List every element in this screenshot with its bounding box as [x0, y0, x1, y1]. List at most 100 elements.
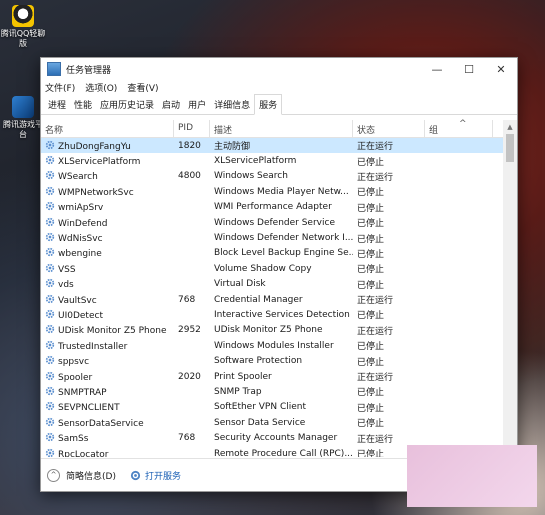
table-row[interactable]: wbengine Block Level Backup Engine Se...…: [41, 246, 517, 261]
service-description: Virtual Disk: [214, 279, 266, 290]
service-pid: 1820: [178, 140, 201, 151]
close-button[interactable]: ✕: [485, 58, 517, 80]
table-row[interactable]: SNMPTRAP SNMP Trap 已停止: [41, 384, 517, 399]
maximize-button[interactable]: ☐: [453, 58, 485, 80]
service-gear-icon: [45, 263, 55, 272]
table-row[interactable]: UI0Detect Interactive Services Detection…: [41, 307, 517, 322]
table-row[interactable]: UDisk Monitor Z5 Phone 2952 UDisk Monito…: [41, 323, 517, 338]
tab-details[interactable]: 详细信息: [210, 95, 254, 114]
service-description: Windows Defender Service: [214, 217, 335, 228]
fewer-details-button[interactable]: 简略信息(D): [66, 469, 116, 482]
service-name-cell: UI0Detect: [41, 309, 174, 321]
menu-bar: 文件(F) 选项(O) 查看(V): [41, 80, 517, 94]
vertical-scrollbar[interactable]: ▲: [503, 120, 517, 457]
column-header-name[interactable]: 名称: [41, 120, 174, 137]
column-header-description[interactable]: 描述: [210, 120, 353, 137]
title-bar[interactable]: 任务管理器 — ☐ ✕: [41, 58, 517, 80]
service-gear-icon: [45, 340, 55, 349]
table-row[interactable]: SamSs 768 Security Accounts Manager 正在运行: [41, 430, 517, 445]
service-name: SNMPTRAP: [58, 387, 107, 398]
table-row[interactable]: WMPNetworkSvc Windows Media Player Netw.…: [41, 184, 517, 199]
table-row[interactable]: VSS Volume Shadow Copy 已停止: [41, 261, 517, 276]
table-row[interactable]: WSearch 4800 Windows Search 正在运行: [41, 169, 517, 184]
sort-caret-icon: ^: [459, 119, 467, 129]
service-name-cell: WinDefend: [41, 217, 174, 229]
service-description: Windows Defender Network I...: [214, 233, 353, 244]
menu-file[interactable]: 文件(F): [45, 81, 75, 94]
service-pid: 768: [178, 294, 196, 305]
column-header-status[interactable]: 状态: [353, 120, 425, 137]
watermark-logo: [407, 445, 537, 507]
service-name: VSS: [58, 264, 76, 275]
service-status: 正在运行: [357, 373, 394, 384]
service-status: 已停止: [357, 265, 385, 276]
service-status: 正在运行: [357, 326, 394, 337]
service-status: 已停止: [357, 203, 385, 214]
tab-bar: 进程 性能 应用历史记录 启动 用户 详细信息 服务: [41, 94, 517, 115]
service-status: 已停止: [357, 403, 385, 414]
open-services-link[interactable]: 打开服务: [145, 469, 181, 482]
collapse-chevron-icon[interactable]: ^: [47, 468, 60, 482]
service-name-cell: ZhuDongFangYu: [41, 140, 174, 152]
service-name: Spooler: [58, 372, 93, 383]
service-name: XLServicePlatform: [58, 157, 141, 168]
tab-app-history[interactable]: 应用历史记录: [96, 95, 158, 114]
service-description: Software Protection: [214, 356, 303, 367]
tab-processes[interactable]: 进程: [44, 95, 70, 114]
service-name-cell: WSearch: [41, 170, 174, 182]
table-row[interactable]: vds Virtual Disk 已停止: [41, 277, 517, 292]
tab-startup[interactable]: 启动: [158, 95, 184, 114]
service-name: WdNisSvc: [58, 234, 103, 245]
service-name-cell: RpcLocator: [41, 448, 174, 457]
service-description: WMI Performance Adapter: [214, 202, 332, 213]
service-description: Print Spooler: [214, 371, 272, 382]
service-description: 主动防御: [214, 142, 251, 153]
service-gear-icon: [45, 294, 55, 303]
service-description: Block Level Backup Engine Se...: [214, 248, 353, 259]
table-row[interactable]: WdNisSvc Windows Defender Network I... 已…: [41, 230, 517, 245]
service-name: WMPNetworkSvc: [58, 187, 134, 198]
minimize-button[interactable]: —: [421, 58, 453, 80]
service-name-cell: XLServicePlatform: [41, 155, 174, 167]
tab-performance[interactable]: 性能: [70, 95, 96, 114]
table-header: 名称 PID 描述 状态 组: [41, 120, 517, 138]
table-row[interactable]: sppsvc Software Protection 已停止: [41, 353, 517, 368]
menu-options[interactable]: 选项(O): [85, 81, 117, 94]
tab-users[interactable]: 用户: [184, 95, 210, 114]
service-description: UDisk Monitor Z5 Phone: [214, 325, 323, 336]
service-name-cell: WdNisSvc: [41, 232, 174, 244]
table-row[interactable]: SEVPNCLIENT SoftEther VPN Client 已停止: [41, 400, 517, 415]
service-status: 正在运行: [357, 142, 394, 153]
service-name: SEVPNCLIENT: [58, 403, 120, 414]
table-row[interactable]: ZhuDongFangYu 1820 主动防御 正在运行: [41, 138, 517, 154]
services-gear-icon: [130, 470, 141, 480]
desktop-icon-qq[interactable]: 腾讯QQ轻聊版: [0, 5, 46, 49]
task-manager-window: 任务管理器 — ☐ ✕ 文件(F) 选项(O) 查看(V) 进程 性能 应用历史…: [40, 57, 518, 492]
service-gear-icon: [45, 202, 55, 211]
menu-view[interactable]: 查看(V): [127, 81, 158, 94]
service-name: VaultSvc: [58, 295, 97, 306]
table-row[interactable]: wmiApSrv WMI Performance Adapter 已停止: [41, 200, 517, 215]
table-row[interactable]: XLServicePlatform XLServicePlatform 已停止: [41, 153, 517, 168]
table-row[interactable]: WinDefend Windows Defender Service 已停止: [41, 215, 517, 230]
qq-icon: [12, 5, 34, 27]
service-name-cell: wbengine: [41, 247, 174, 259]
table-row[interactable]: TrustedInstaller Windows Modules Install…: [41, 338, 517, 353]
service-status: 已停止: [357, 342, 385, 353]
scroll-thumb[interactable]: [506, 134, 514, 162]
service-name-cell: UDisk Monitor Z5 Phone: [41, 324, 174, 336]
service-gear-icon: [45, 309, 55, 319]
column-header-pid[interactable]: PID: [174, 120, 210, 137]
service-name-cell: wmiApSrv: [41, 201, 174, 213]
table-body: ZhuDongFangYu 1820 主动防御 正在运行 XLServicePl…: [41, 138, 517, 457]
table-row[interactable]: VaultSvc 768 Credential Manager 正在运行: [41, 292, 517, 307]
tab-services[interactable]: 服务: [254, 94, 283, 115]
service-description: Windows Search: [214, 171, 288, 182]
service-status: 已停止: [357, 419, 385, 430]
service-gear-icon: [45, 448, 55, 457]
table-row[interactable]: SensorDataService Sensor Data Service 已停…: [41, 415, 517, 430]
table-row[interactable]: Spooler 2020 Print Spooler 正在运行: [41, 369, 517, 384]
service-name: wmiApSrv: [58, 203, 104, 214]
scroll-up-arrow-icon[interactable]: ▲: [503, 120, 517, 134]
service-name-cell: TrustedInstaller: [41, 340, 174, 352]
